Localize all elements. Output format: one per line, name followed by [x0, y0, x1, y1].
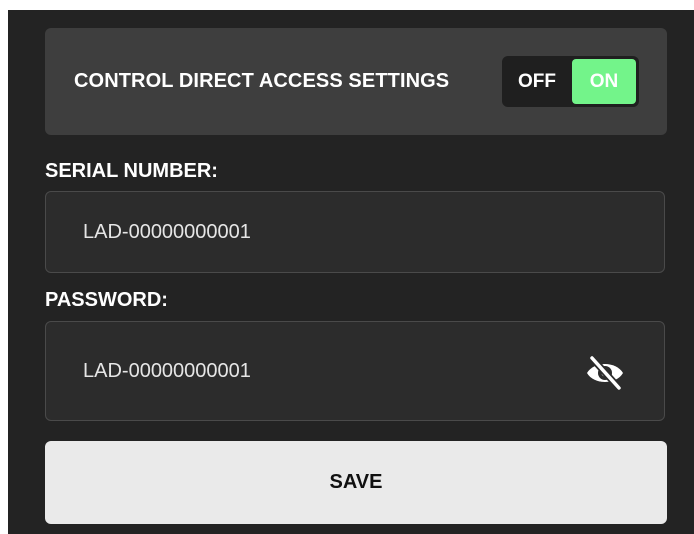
settings-panel: CONTROL DIRECT ACCESS SETTINGS OFF ON SE… — [8, 10, 694, 534]
serial-number-value[interactable]: LAD-00000000001 — [83, 192, 251, 272]
serial-number-label: SERIAL NUMBER: — [45, 160, 218, 182]
toggle-off-option[interactable]: OFF — [502, 56, 572, 107]
direct-access-toggle[interactable]: OFF ON — [502, 56, 639, 107]
password-label: PASSWORD: — [45, 289, 168, 311]
save-button[interactable]: SAVE — [45, 441, 667, 524]
password-value[interactable]: LAD-00000000001 — [83, 322, 251, 420]
direct-access-card: CONTROL DIRECT ACCESS SETTINGS OFF ON — [45, 28, 667, 135]
password-field[interactable]: LAD-00000000001 — [45, 321, 665, 421]
toggle-on-option[interactable]: ON — [572, 59, 636, 104]
serial-number-field[interactable]: LAD-00000000001 — [45, 191, 665, 273]
eye-slash-icon[interactable] — [584, 355, 626, 391]
direct-access-label: CONTROL DIRECT ACCESS SETTINGS — [74, 70, 450, 92]
